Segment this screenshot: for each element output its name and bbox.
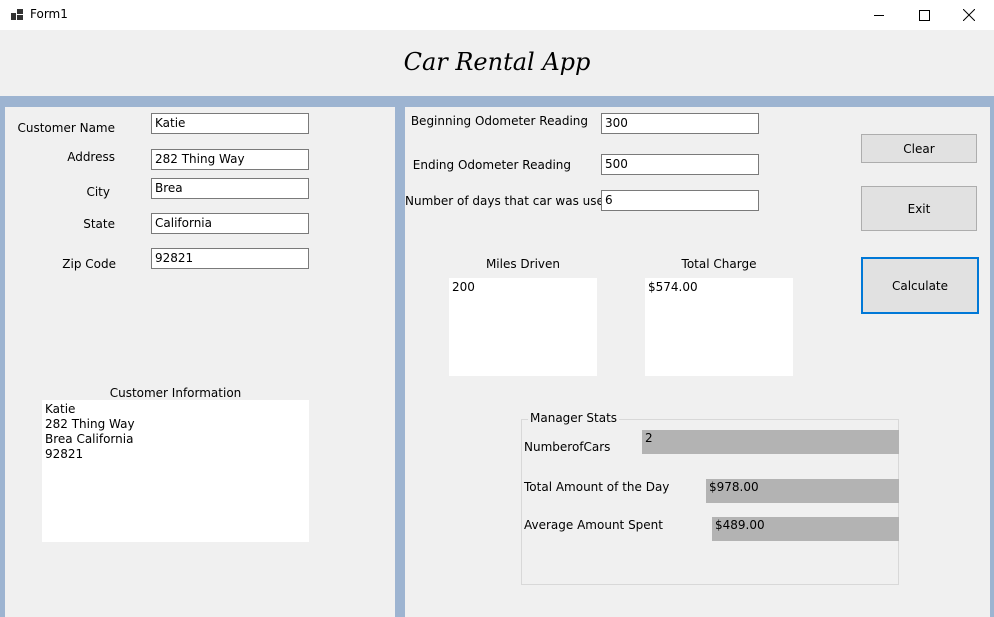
miles-driven-box: 200: [449, 278, 597, 376]
title-bar: Form1: [0, 0, 994, 30]
average-amount-value: $489.00: [712, 517, 899, 541]
total-amount-label: Total Amount of the Day: [524, 480, 670, 494]
number-of-cars-label: NumberofCars: [524, 440, 611, 454]
app-icon: [11, 9, 23, 20]
address-label: Address: [67, 150, 115, 164]
state-label: State: [83, 217, 115, 231]
divider-top: [0, 96, 994, 107]
exit-button[interactable]: Exit: [861, 186, 977, 231]
number-of-cars-value: 2: [642, 430, 899, 454]
state-field[interactable]: California: [151, 213, 309, 234]
miles-driven-label: Miles Driven: [485, 257, 561, 271]
total-charge-label: Total Charge: [681, 257, 757, 271]
minimize-button[interactable]: [856, 0, 902, 30]
manager-stats-title: Manager Stats: [528, 411, 620, 425]
city-label: City: [86, 185, 110, 199]
zip-code-label: Zip Code: [62, 257, 116, 271]
divider-middle: [395, 107, 405, 617]
calculate-button[interactable]: Calculate: [861, 257, 979, 314]
city-field[interactable]: Brea: [151, 178, 309, 199]
customer-information-label: Customer Information: [109, 386, 242, 400]
divider-right: [990, 96, 994, 617]
zip-code-field[interactable]: 92821: [151, 248, 309, 269]
beginning-odometer-field[interactable]: 300: [601, 113, 759, 134]
window-title: Form1: [30, 7, 68, 21]
close-icon: [963, 9, 975, 21]
average-amount-label: Average Amount Spent: [524, 518, 663, 532]
address-field[interactable]: 282 Thing Way: [151, 149, 309, 170]
minimize-icon: [874, 15, 884, 16]
ending-odometer-label: Ending Odometer Reading: [412, 158, 571, 172]
beginning-odometer-label: Beginning Odometer Reading: [410, 114, 588, 128]
clear-button[interactable]: Clear: [861, 134, 977, 163]
ending-odometer-field[interactable]: 500: [601, 154, 759, 175]
days-used-field[interactable]: 6: [601, 190, 759, 211]
app-title: Car Rental App: [403, 48, 591, 76]
customer-name-field[interactable]: Katie: [151, 113, 309, 134]
total-charge-box: $574.00: [645, 278, 793, 376]
maximize-button[interactable]: [901, 0, 947, 30]
total-amount-value: $978.00: [706, 479, 899, 503]
customer-name-label: Customer Name: [17, 121, 115, 135]
close-button[interactable]: [946, 0, 992, 30]
customer-information-box[interactable]: Katie 282 Thing Way Brea California 9282…: [42, 400, 309, 542]
maximize-icon: [918, 9, 930, 21]
days-used-label: Number of days that car was used: [405, 194, 612, 208]
divider-left: [0, 96, 5, 617]
